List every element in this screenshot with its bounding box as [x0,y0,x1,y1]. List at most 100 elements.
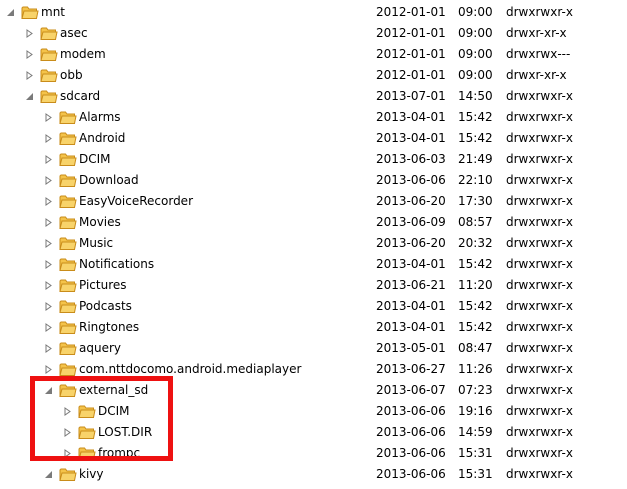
tree-row[interactable]: Music 2013-06-20 20:32 drwxrwxr-x [0,233,627,254]
folder-icon [59,236,77,251]
tree-row[interactable]: Movies 2013-06-09 08:57 drwxrwxr-x [0,212,627,233]
folder-name[interactable]: Podcasts [79,296,132,317]
tree-row[interactable]: sdcard 2013-07-01 14:50 drwxrwxr-x [0,86,627,107]
permissions: drwxrwxr-x [506,5,573,19]
tree-row[interactable]: asec 2012-01-01 09:00 drwxr-xr-x [0,23,627,44]
permissions: drwxr-xr-x [506,26,567,40]
folder-name[interactable]: Music [79,233,113,254]
tree-row[interactable]: Notifications 2013-04-01 15:42 drwxrwxr-x [0,254,627,275]
tree-row[interactable]: modem 2012-01-01 09:00 drwxrwx--- [0,44,627,65]
permissions: drwxrwxr-x [506,362,573,376]
tree-row[interactable]: Android 2013-04-01 15:42 drwxrwxr-x [0,128,627,149]
modified-time: 20:32 [458,236,493,250]
permissions: drwxrwxr-x [506,446,573,460]
expand-triangle-icon[interactable] [25,44,35,65]
folder-name[interactable]: Alarms [79,107,121,128]
tree-row[interactable]: DCIM 2013-06-03 21:49 drwxrwxr-x [0,149,627,170]
expand-triangle-icon[interactable] [63,422,73,443]
expand-triangle-icon[interactable] [44,275,54,296]
collapse-triangle-icon[interactable] [44,380,54,401]
expand-triangle-icon[interactable] [44,191,54,212]
modified-time: 14:50 [458,89,493,103]
permissions: drwxrwxr-x [506,278,573,292]
modified-time: 15:42 [458,257,493,271]
expand-triangle-icon[interactable] [44,212,54,233]
folder-name[interactable]: Notifications [79,254,154,275]
folder-name[interactable]: Movies [79,212,121,233]
expand-triangle-icon[interactable] [44,317,54,338]
expand-triangle-icon[interactable] [44,128,54,149]
folder-name[interactable]: com.nttdocomo.android.mediaplayer [79,359,301,380]
folder-name[interactable]: DCIM [98,401,130,422]
expand-triangle-icon[interactable] [44,149,54,170]
expand-triangle-icon[interactable] [44,296,54,317]
modified-date: 2013-06-21 [376,278,446,292]
modified-date: 2013-04-01 [376,320,446,334]
folder-name[interactable]: LOST.DIR [98,422,152,443]
tree-row[interactable]: Pictures 2013-06-21 11:20 drwxrwxr-x [0,275,627,296]
collapse-triangle-icon[interactable] [6,2,16,23]
modified-date: 2013-06-06 [376,467,446,481]
modified-time: 15:42 [458,320,493,334]
tree-row[interactable]: mnt 2012-01-01 09:00 drwxrwxr-x [0,2,627,23]
tree-row[interactable]: obb 2012-01-01 09:00 drwxr-xr-x [0,65,627,86]
modified-date: 2013-06-09 [376,215,446,229]
expand-triangle-icon[interactable] [44,170,54,191]
tree-row[interactable]: kivy 2013-06-06 15:31 drwxrwxr-x [0,464,627,485]
expand-triangle-icon[interactable] [63,401,73,422]
modified-date: 2013-06-06 [376,446,446,460]
folder-name[interactable]: asec [60,23,88,44]
expand-triangle-icon[interactable] [44,338,54,359]
tree-row[interactable]: frompc 2013-06-06 15:31 drwxrwxr-x [0,443,627,464]
expand-triangle-icon[interactable] [25,65,35,86]
expand-triangle-icon[interactable] [63,443,73,464]
expand-triangle-icon[interactable] [44,107,54,128]
folder-icon [40,26,58,41]
collapse-triangle-icon[interactable] [44,464,54,485]
folder-name[interactable]: Pictures [79,275,127,296]
expand-triangle-icon[interactable] [44,233,54,254]
modified-time: 15:42 [458,110,493,124]
folder-name[interactable]: frompc [98,443,140,464]
expand-triangle-icon[interactable] [25,23,35,44]
permissions: drwxrwxr-x [506,236,573,250]
tree-row[interactable]: Ringtones 2013-04-01 15:42 drwxrwxr-x [0,317,627,338]
folder-name[interactable]: EasyVoiceRecorder [79,191,193,212]
tree-row[interactable]: aquery 2013-05-01 08:47 drwxrwxr-x [0,338,627,359]
modified-time: 11:26 [458,362,493,376]
modified-time: 09:00 [458,47,493,61]
modified-time: 21:49 [458,152,493,166]
permissions: drwxrwxr-x [506,341,573,355]
tree-row[interactable]: Alarms 2013-04-01 15:42 drwxrwxr-x [0,107,627,128]
modified-date: 2012-01-01 [376,47,446,61]
expand-triangle-icon[interactable] [44,254,54,275]
modified-date: 2012-01-01 [376,5,446,19]
tree-row[interactable]: EasyVoiceRecorder 2013-06-20 17:30 drwxrwxr… [0,191,627,212]
folder-icon [59,215,77,230]
collapse-triangle-icon[interactable] [25,86,35,107]
folder-name[interactable]: kivy [79,464,104,485]
folder-name[interactable]: sdcard [60,86,100,107]
folder-name[interactable]: Android [79,128,125,149]
folder-name[interactable]: DCIM [79,149,111,170]
modified-time: 09:00 [458,26,493,40]
expand-triangle-icon[interactable] [44,359,54,380]
folder-name[interactable]: Download [79,170,139,191]
folder-name[interactable]: external_sd [79,380,148,401]
tree-row[interactable]: Podcasts 2013-04-01 15:42 drwxrwxr-x [0,296,627,317]
tree-row[interactable]: DCIM 2013-06-06 19:16 drwxrwxr-x [0,401,627,422]
tree-row[interactable]: com.nttdocomo.android.mediaplayer 2013-06… [0,359,627,380]
folder-name[interactable]: mnt [41,2,65,23]
tree-row[interactable]: external_sd 2013-06-07 07:23 drwxrwxr-x [0,380,627,401]
folder-name[interactable]: Ringtones [79,317,139,338]
folder-icon [59,152,77,167]
permissions: drwxrwx--- [506,47,571,61]
folder-icon [40,68,58,83]
folder-name[interactable]: modem [60,44,106,65]
modified-date: 2013-06-06 [376,404,446,418]
folder-name[interactable]: obb [60,65,83,86]
folder-icon [59,467,77,482]
tree-row[interactable]: Download 2013-06-06 22:10 drwxrwxr-x [0,170,627,191]
folder-name[interactable]: aquery [79,338,121,359]
tree-row[interactable]: LOST.DIR 2013-06-06 14:59 drwxrwxr-x [0,422,627,443]
